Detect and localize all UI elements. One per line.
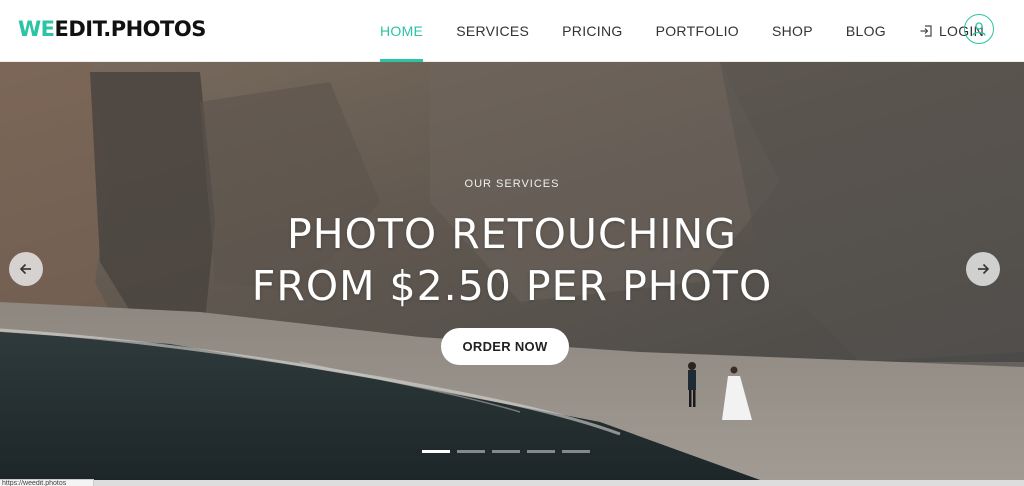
hero-eyebrow: OUR SERVICES <box>464 178 560 190</box>
hero-headline-line1: PHOTO RETOUCHING <box>287 210 737 258</box>
login-icon <box>920 25 932 37</box>
slider-pagination <box>422 450 590 453</box>
page-bottom-strip <box>0 480 1024 486</box>
hero-slider: OUR SERVICES PHOTO RETOUCHING FROM $2.50… <box>0 62 1024 480</box>
hero-headline: PHOTO RETOUCHING FROM $2.50 PER PHOTO <box>0 208 1024 312</box>
slider-dot[interactable] <box>527 450 555 453</box>
site-header: WE EDIT.PHOTOS HOME SERVICES PRICING PORT… <box>0 0 1024 62</box>
logo-text: EDIT.PHOTOS <box>54 17 207 41</box>
nav-blog[interactable]: BLOG <box>846 0 886 62</box>
arrow-left-icon <box>19 263 31 275</box>
browser-status-url: https://weedit.photos <box>0 479 94 486</box>
slider-dot[interactable] <box>492 450 520 453</box>
logo-prefix: WE <box>18 17 55 41</box>
logo[interactable]: WE EDIT.PHOTOS <box>18 17 206 41</box>
slider-next-button[interactable] <box>966 252 1000 286</box>
nav-shop[interactable]: SHOP <box>772 0 813 62</box>
nav-home[interactable]: HOME <box>380 0 424 62</box>
nav-portfolio[interactable]: PORTFOLIO <box>656 0 739 62</box>
slider-prev-button[interactable] <box>9 252 43 286</box>
arrow-right-icon <box>978 263 990 275</box>
hero-content: OUR SERVICES PHOTO RETOUCHING FROM $2.50… <box>0 62 1024 480</box>
slider-dot[interactable] <box>457 450 485 453</box>
nav-services[interactable]: SERVICES <box>456 0 529 62</box>
user-account-button[interactable] <box>964 14 994 44</box>
hero-headline-line2: FROM $2.50 PER PHOTO <box>251 262 773 310</box>
main-nav: HOME SERVICES PRICING PORTFOLIO SHOP BLO… <box>380 0 1017 62</box>
user-icon <box>972 22 986 36</box>
slider-dot[interactable] <box>562 450 590 453</box>
order-now-button[interactable]: ORDER NOW <box>441 328 569 365</box>
slider-dot[interactable] <box>422 450 450 453</box>
nav-pricing[interactable]: PRICING <box>562 0 622 62</box>
